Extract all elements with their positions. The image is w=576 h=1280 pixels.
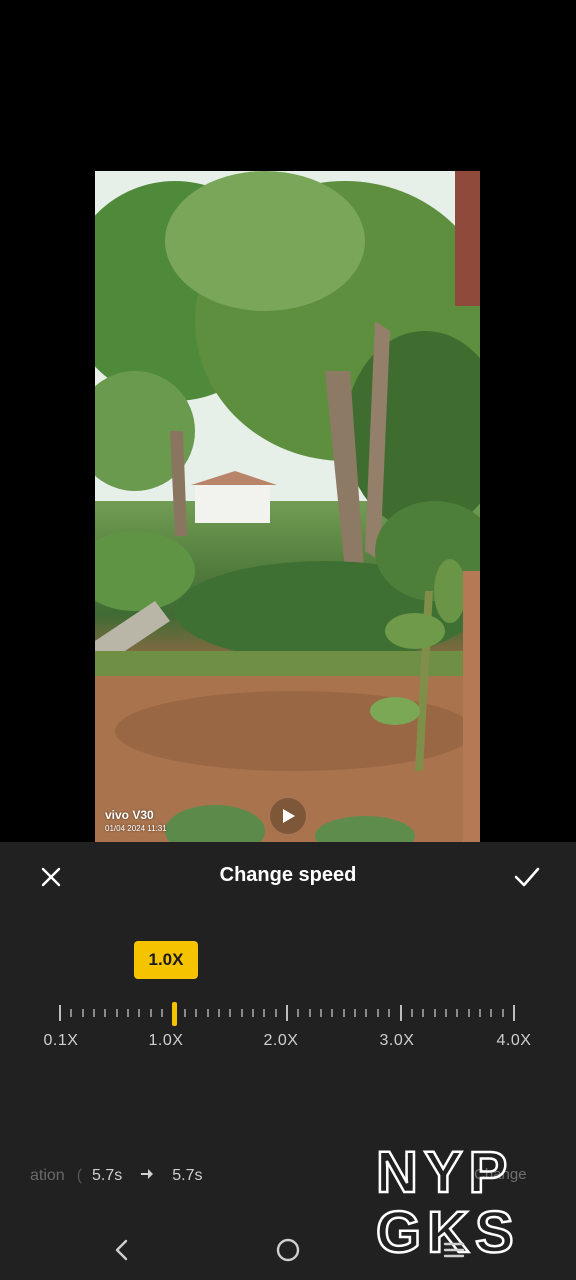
current-speed-badge: 1.0X [134, 941, 198, 979]
slider-minor-tick [217, 1009, 220, 1017]
slider-minor-tick [127, 1009, 130, 1017]
slider-major-tick [286, 1005, 288, 1021]
slider-minor-tick [388, 1009, 391, 1017]
slider-minor-tick [297, 1009, 300, 1017]
speed-slider[interactable] [0, 1002, 576, 1026]
slider-minor-tick [251, 1009, 254, 1017]
slider-minor-tick [70, 1009, 73, 1017]
scale-label-2: 2.0X [263, 1032, 299, 1049]
slider-minor-tick [115, 1009, 118, 1017]
slider-minor-tick [104, 1009, 107, 1017]
video-preview[interactable]: vivo V30 01/04 2024 11:31 [95, 171, 480, 843]
slider-minor-tick [478, 1009, 481, 1017]
slider-minor-tick [342, 1009, 345, 1017]
speed-panel: Change speed 1.0X 0.1X 1.0X 2.0X 3.0X 4.… [0, 842, 576, 1280]
camera-watermark: vivo V30 01/04 2024 11:31 [105, 808, 167, 833]
duration-to: 5.7s [172, 1167, 203, 1184]
nav-recents-icon[interactable] [440, 1236, 468, 1264]
confirm-button[interactable] [510, 862, 544, 892]
slider-minor-tick [161, 1009, 164, 1017]
logo-line-1: NYP [376, 1140, 513, 1205]
slider-minor-tick [206, 1009, 209, 1017]
scale-label-1: 1.0X [148, 1032, 184, 1049]
slider-minor-tick [444, 1009, 447, 1017]
slider-minor-tick [138, 1009, 141, 1017]
slider-minor-tick [93, 1009, 96, 1017]
duration-from: 5.7s [92, 1167, 123, 1184]
speed-slider-thumb[interactable] [171, 1002, 177, 1026]
slider-minor-tick [490, 1009, 493, 1017]
play-button[interactable] [270, 798, 306, 834]
slider-minor-tick [274, 1009, 277, 1017]
slider-minor-tick [195, 1009, 198, 1017]
watermark-date: 01/04 2024 11:31 [105, 824, 167, 833]
duration-row: ation ( 5.7s 5.7s [30, 1164, 203, 1188]
system-nav-bar [0, 1222, 576, 1280]
slider-minor-tick [365, 1009, 368, 1017]
slider-minor-tick [376, 1009, 379, 1017]
slider-minor-tick [467, 1009, 470, 1017]
slider-minor-tick [240, 1009, 243, 1017]
slider-minor-tick [149, 1009, 152, 1017]
scale-label-4: 4.0X [496, 1032, 532, 1049]
slider-minor-tick [320, 1009, 323, 1017]
slider-minor-tick [229, 1009, 232, 1017]
panel-title: Change speed [219, 864, 357, 886]
slider-minor-tick [354, 1009, 357, 1017]
slider-minor-tick [331, 1009, 334, 1017]
slider-minor-tick [410, 1009, 413, 1017]
scale-label-0: 0.1X [43, 1032, 79, 1049]
watermark-brand: vivo V30 [105, 808, 154, 822]
nav-home-icon[interactable] [274, 1236, 302, 1264]
duration-divider: ( [76, 1167, 83, 1184]
slider-minor-tick [263, 1009, 266, 1017]
slider-minor-tick [456, 1009, 459, 1017]
slider-minor-tick [422, 1009, 425, 1017]
preview-scene [95, 171, 480, 843]
slider-minor-tick [433, 1009, 436, 1017]
arrow-right-icon [140, 1167, 154, 1185]
slider-minor-tick [81, 1009, 84, 1017]
slider-minor-tick [308, 1009, 311, 1017]
nav-back-icon[interactable] [108, 1236, 136, 1264]
scale-label-3: 3.0X [379, 1032, 415, 1049]
speed-scale-labels: 0.1X 1.0X 2.0X 3.0X 4.0X [0, 1032, 576, 1056]
slider-major-tick [513, 1005, 515, 1021]
duration-label: ation [30, 1167, 65, 1184]
slider-minor-tick [501, 1009, 504, 1017]
slider-minor-tick [183, 1009, 186, 1017]
play-icon [283, 809, 295, 823]
slider-major-tick [399, 1005, 402, 1021]
checkmark-icon [514, 867, 540, 887]
slider-major-tick [59, 1005, 61, 1021]
